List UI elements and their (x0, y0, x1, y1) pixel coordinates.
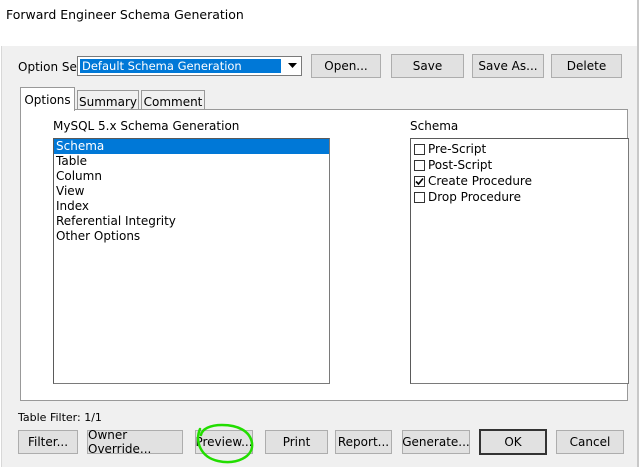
print-button[interactable]: Print (265, 430, 328, 454)
create-procedure-label: Create Procedure (428, 174, 532, 188)
open-button[interactable]: Open... (311, 54, 381, 78)
pre-script-option[interactable]: Pre-Script (411, 141, 628, 157)
save-button[interactable]: Save (391, 54, 464, 78)
drop-procedure-checkbox[interactable] (414, 191, 425, 203)
post-script-checkbox[interactable] (414, 159, 425, 171)
list-item-table[interactable]: Table (54, 154, 329, 169)
list-item-other-options[interactable]: Other Options (54, 229, 329, 244)
list-item-schema[interactable]: Schema (54, 139, 329, 154)
options-listbox[interactable]: Schema Table Column View Index Referenti… (53, 138, 330, 384)
drop-procedure-option[interactable]: Drop Procedure (411, 189, 628, 205)
tab-options[interactable]: Options (20, 87, 75, 111)
window-title: Forward Engineer Schema Generation (6, 7, 244, 22)
drop-procedure-label: Drop Procedure (428, 190, 521, 204)
schema-header: Schema (410, 119, 459, 133)
preview-button[interactable]: Preview... (195, 430, 253, 454)
option-set-dropdown[interactable]: Default Schema Generation (77, 56, 302, 76)
list-item-view[interactable]: View (54, 184, 329, 199)
generate-button[interactable]: Generate... (402, 430, 470, 454)
option-set-value: Default Schema Generation (80, 59, 281, 73)
options-panel: MySQL 5.x Schema Generation Schema Table… (20, 109, 629, 401)
save-as-button[interactable]: Save As... (472, 54, 544, 78)
delete-button[interactable]: Delete (551, 54, 622, 78)
filter-button[interactable]: Filter... (18, 430, 78, 454)
owner-override-button[interactable]: Owner Override... (87, 428, 183, 456)
title-bar: Forward Engineer Schema Generation (0, 0, 639, 46)
option-set-label: Option Set: (18, 60, 86, 74)
report-button[interactable]: Report... (335, 430, 392, 454)
cancel-button[interactable]: Cancel (556, 430, 624, 454)
pre-script-label: Pre-Script (428, 142, 487, 156)
table-filter-status: Table Filter: 1/1 (18, 411, 102, 424)
list-item-referential-integrity[interactable]: Referential Integrity (54, 214, 329, 229)
pre-script-checkbox[interactable] (414, 143, 425, 155)
post-script-option[interactable]: Post-Script (411, 157, 628, 173)
ok-button[interactable]: OK (479, 429, 547, 455)
chevron-down-icon[interactable] (284, 58, 300, 74)
dialog-body: Option Set: Default Schema Generation Op… (1, 46, 637, 467)
list-item-column[interactable]: Column (54, 169, 329, 184)
schema-checklist: Pre-Script Post-Script Create Procedure … (410, 138, 629, 384)
list-item-index[interactable]: Index (54, 199, 329, 214)
create-procedure-checkbox[interactable] (414, 175, 425, 187)
post-script-label: Post-Script (428, 158, 493, 172)
options-list-header: MySQL 5.x Schema Generation (53, 119, 240, 133)
checkmark-icon (415, 177, 424, 185)
create-procedure-option[interactable]: Create Procedure (411, 173, 628, 189)
